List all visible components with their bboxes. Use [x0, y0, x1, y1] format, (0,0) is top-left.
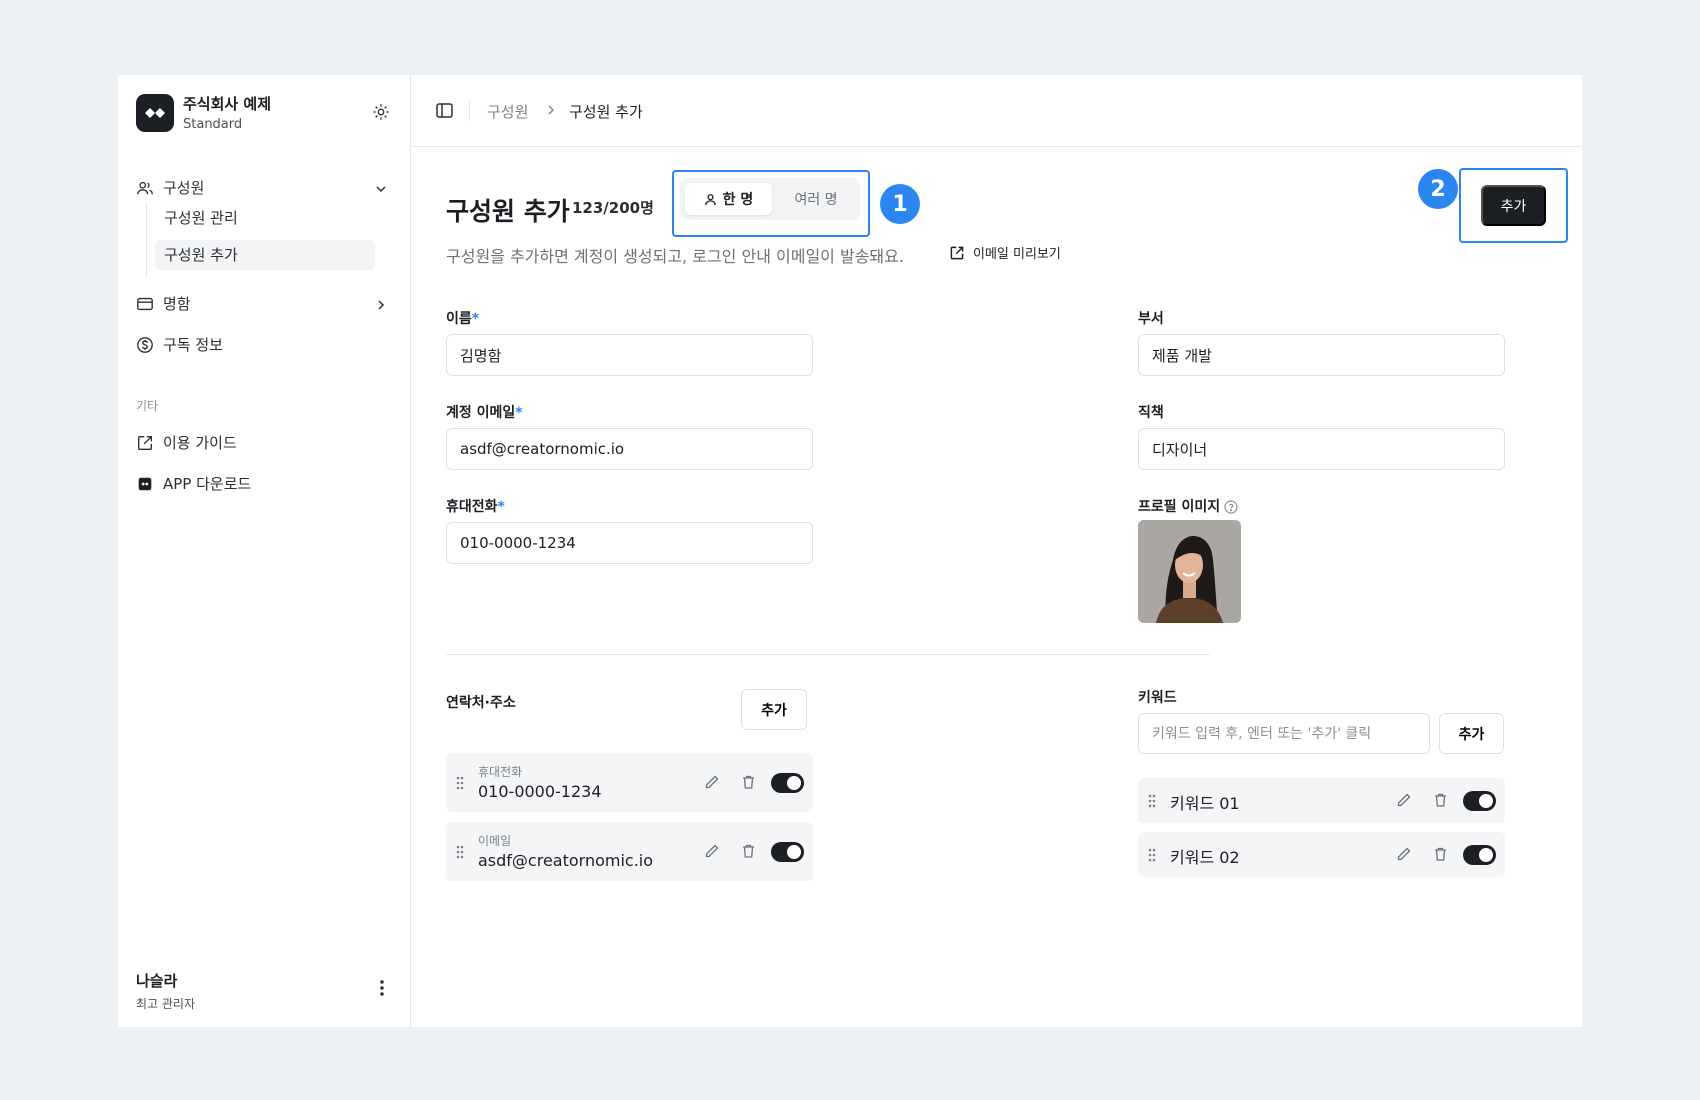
add-contact-button[interactable]: 추가 — [741, 689, 807, 730]
add-member-button[interactable]: 추가 — [1481, 185, 1546, 226]
person-icon — [704, 193, 716, 205]
annotation-badge-2: 2 — [1418, 169, 1458, 209]
pencil-icon[interactable] — [704, 774, 720, 790]
dollar-circle-icon — [137, 336, 153, 353]
phone-input[interactable] — [446, 522, 813, 564]
contact-value: 010-0000-1234 — [478, 782, 602, 801]
page-title: 구성원 추가 — [446, 197, 570, 226]
sidebar-item-subscription[interactable]: 구독 정보 — [136, 334, 223, 355]
email-label: 계정 이메일* — [446, 405, 523, 421]
trash-icon[interactable] — [1433, 846, 1448, 862]
sidebar-item-guide[interactable]: 이용 가이드 — [136, 432, 237, 453]
email-input[interactable] — [446, 428, 813, 470]
main-content: 구성원 구성원 추가 구성원 추가 123/200명 한 명 여러 명 1 2 … — [411, 75, 1582, 1027]
sidebar-item-cards[interactable]: 명함 — [136, 293, 191, 314]
keyword-toggle[interactable] — [1463, 791, 1496, 811]
add-keyword-button[interactable]: 추가 — [1439, 713, 1504, 754]
chevron-right-icon[interactable] — [374, 298, 388, 312]
mode-single-tab[interactable]: 한 명 — [685, 183, 772, 215]
dept-label: 부서 — [1138, 311, 1164, 327]
user-name: 나슬라 — [136, 972, 178, 990]
dept-input[interactable] — [1138, 334, 1505, 376]
contact-row-email: 이메일 asdf@creatornomic.io — [446, 822, 813, 881]
contact-toggle[interactable] — [771, 773, 804, 793]
position-label: 직책 — [1138, 405, 1164, 421]
chevron-right-icon — [548, 105, 554, 115]
external-link-icon — [138, 435, 152, 450]
user-profile[interactable]: 나슬라 최고 관리자 — [136, 970, 195, 1012]
keyword-value: 키워드 01 — [1170, 794, 1240, 813]
topbar-divider — [469, 101, 470, 121]
org-header[interactable]: 주식회사 예제 Standard — [136, 93, 271, 132]
mode-multi-tab[interactable]: 여러 명 — [780, 183, 852, 215]
app-window: 주식회사 예제 Standard 구성원 구성원 관리 구성원 추가 명함 구독… — [118, 75, 1582, 1027]
trash-icon[interactable] — [741, 843, 756, 859]
card-icon — [137, 297, 153, 310]
position-input[interactable] — [1138, 428, 1505, 470]
gear-icon[interactable] — [372, 103, 390, 121]
grip-icon[interactable] — [1147, 793, 1157, 809]
pencil-icon[interactable] — [704, 843, 720, 859]
mode-single-label: 한 명 — [722, 192, 754, 208]
photo-label: 프로필 이미지 — [1138, 496, 1238, 516]
grip-icon[interactable] — [455, 844, 465, 860]
email-preview-link[interactable]: 이메일 미리보기 — [949, 243, 1061, 262]
sidebar-panel-icon[interactable] — [436, 103, 453, 118]
topbar: 구성원 구성원 추가 — [411, 75, 1582, 147]
profile-image[interactable] — [1138, 520, 1241, 623]
users-icon — [137, 181, 153, 194]
section-divider — [446, 654, 1210, 655]
grip-icon[interactable] — [1147, 847, 1157, 863]
annotation-badge-1: 1 — [880, 184, 920, 224]
contact-toggle[interactable] — [771, 842, 804, 862]
user-role: 최고 관리자 — [136, 997, 196, 1011]
kebab-icon[interactable] — [380, 980, 384, 996]
org-logo-icon — [136, 93, 174, 132]
contact-label: 이메일 — [478, 834, 512, 848]
section-label-etc: 기타 — [136, 399, 159, 413]
pencil-icon[interactable] — [1396, 792, 1412, 808]
sidebar-item-members-manage[interactable]: 구성원 관리 — [155, 203, 375, 233]
keyword-row: 키워드 01 — [1138, 778, 1505, 823]
sidebar-item-label: 구독 정보 — [163, 336, 223, 354]
keyword-toggle[interactable] — [1463, 845, 1496, 865]
mode-segmented-control: 한 명 여러 명 — [680, 178, 860, 220]
org-name: 주식회사 예제 — [183, 95, 272, 113]
breadcrumb-current: 구성원 추가 — [569, 103, 643, 121]
org-plan: Standard — [183, 117, 243, 132]
sidebar: 주식회사 예제 Standard 구성원 구성원 관리 구성원 추가 명함 구독… — [118, 75, 411, 1027]
keyword-row: 키워드 02 — [1138, 832, 1505, 877]
sidebar-item-label: 이용 가이드 — [163, 434, 237, 452]
contact-row-phone: 휴대전화 010-0000-1234 — [446, 753, 813, 812]
email-preview-label: 이메일 미리보기 — [973, 247, 1061, 262]
help-icon[interactable] — [1224, 500, 1238, 514]
sidebar-item-members-add[interactable]: 구성원 추가 — [155, 240, 375, 270]
members-subnav: 구성원 관리 구성원 추가 — [146, 203, 375, 277]
external-link-icon — [950, 246, 964, 259]
keyword-value: 키워드 02 — [1170, 848, 1240, 867]
chevron-down-icon[interactable] — [374, 182, 388, 196]
page-description: 구성원을 추가하면 계정이 생성되고, 로그인 안내 이메일이 발송돼요. — [446, 247, 904, 266]
name-label: 이름* — [446, 311, 480, 327]
contact-label: 휴대전화 — [478, 765, 523, 779]
app-icon — [138, 477, 152, 490]
phone-label: 휴대전화* — [446, 499, 505, 515]
grip-icon[interactable] — [455, 775, 465, 791]
pencil-icon[interactable] — [1396, 846, 1412, 862]
sidebar-item-label: 명함 — [163, 295, 191, 313]
sidebar-item-members[interactable]: 구성원 — [136, 177, 204, 198]
member-count: 123/200명 — [572, 199, 654, 217]
sidebar-item-label: 구성원 — [163, 179, 205, 197]
contact-value: asdf@creatornomic.io — [478, 851, 654, 870]
trash-icon[interactable] — [1433, 792, 1448, 808]
contacts-title: 연락처·주소 — [446, 695, 516, 711]
keyword-input[interactable] — [1138, 713, 1430, 754]
breadcrumb-parent[interactable]: 구성원 — [487, 101, 528, 122]
trash-icon[interactable] — [741, 774, 756, 790]
keywords-title: 키워드 — [1138, 690, 1177, 706]
name-input[interactable] — [446, 334, 813, 376]
sidebar-item-label: APP 다운로드 — [163, 475, 252, 493]
sidebar-item-app-download[interactable]: APP 다운로드 — [136, 473, 251, 494]
